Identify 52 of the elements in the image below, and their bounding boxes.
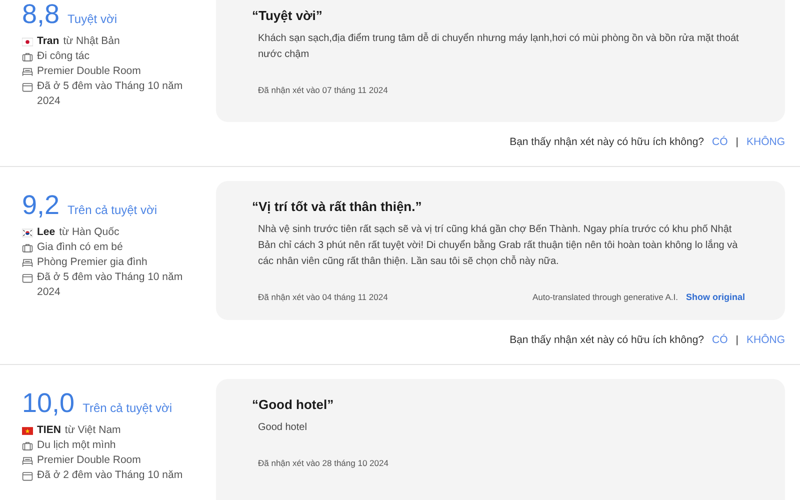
helpful-question: Bạn thấy nhận xét này có hữu ích không? — [510, 334, 704, 346]
stay-info: Đã ở 5 đêm vào Tháng 10 năm 2024 — [37, 270, 184, 300]
room-type: Premier Double Room — [37, 453, 141, 468]
trip-type: Du lịch một mình — [37, 438, 116, 453]
reviewer-origin: từ Việt Nam — [64, 423, 121, 438]
bed-icon — [22, 456, 33, 466]
score-label: Trên cả tuyệt vời — [68, 203, 158, 217]
no-link[interactable]: KHÔNG — [746, 334, 785, 346]
show-original-link[interactable]: Show original — [686, 292, 745, 302]
suitcase-icon — [22, 52, 33, 62]
calendar-icon — [22, 272, 33, 282]
review-title: “Vị trí tốt và rất thân thiện.” — [252, 199, 423, 214]
score-label: Tuyệt vời — [68, 12, 117, 26]
calendar-icon — [22, 82, 33, 92]
yes-link[interactable]: CÓ — [712, 334, 728, 346]
room-type: Premier Double Room — [37, 64, 141, 79]
helpful-question: Bạn thấy nhận xét này có hữu ích không? — [510, 136, 704, 148]
korea-flag-icon — [22, 228, 33, 238]
trip-type: Đi công tác — [37, 49, 90, 64]
translation-note: Auto-translated through generative A.I. — [532, 292, 678, 302]
reviewer-origin: từ Hàn Quốc — [59, 225, 120, 240]
review-date: Đã nhận xét vào 07 tháng 11 2024 — [258, 85, 388, 95]
vietnam-flag-icon — [22, 426, 33, 436]
suitcase-icon — [22, 242, 33, 252]
review-date: Đã nhận xét vào 04 tháng 11 2024 — [258, 292, 388, 302]
reviewer-origin: từ Nhật Bản — [63, 34, 120, 49]
stay-info: Đã ở 5 đêm vào Tháng 10 năm 2024 — [37, 79, 184, 109]
reviewer-name: TIEN — [37, 423, 61, 438]
review-score: 8,8 — [22, 0, 60, 30]
reviewer-name: Tran — [37, 34, 60, 49]
reviewer-name: Lee — [37, 225, 56, 240]
room-type: Phòng Premier gia đình — [37, 255, 148, 270]
review-score: 10,0 — [22, 387, 75, 419]
yes-link[interactable]: CÓ — [712, 136, 728, 148]
calendar-icon — [22, 470, 33, 480]
review-title: “Good hotel” — [252, 397, 335, 412]
trip-type: Gia đình có em bé — [37, 240, 123, 255]
review-text: Khách sạn sạch,địa điểm trung tâm dễ di chuyển nhưng máy lạnh,hơi có mùi phòng ồn và bồn rửa mặt thoát nước chậm — [257, 31, 740, 62]
review-score: 9,2 — [22, 189, 60, 221]
no-link[interactable]: KHÔNG — [746, 136, 785, 148]
japan-flag-icon — [22, 36, 33, 46]
suitcase-icon — [22, 440, 33, 450]
score-label: Trên cả tuyệt vời — [82, 401, 172, 415]
separator: | — [736, 334, 738, 346]
review-title: “Tuyệt vời” — [252, 8, 324, 23]
review-date: Đã nhận xét vào 28 tháng 10 2024 — [258, 458, 388, 468]
review-text: Good hotel — [257, 421, 308, 435]
review-text: Nhà vệ sinh trước tiên rất sạch sẽ và vị trí cũng khá gần chợ Bến Thành. Ngay phía trước có khu phố Nhật Bản chỉ cách 3 phút nên rất tuyệt vời! Di chuyển bằng Grab rất thuận tiện nên tôi hoàn toàn không lo lắng và các nhân viên cũng rất thân thiện. Lần sau tôi sẽ chọn chỗ này nữa. — [257, 223, 739, 269]
bed-icon — [22, 66, 33, 76]
separator: | — [736, 136, 738, 148]
bed-icon — [22, 258, 33, 268]
stay-info: Đã ở 2 đêm vào Tháng 10 năm — [37, 468, 183, 483]
